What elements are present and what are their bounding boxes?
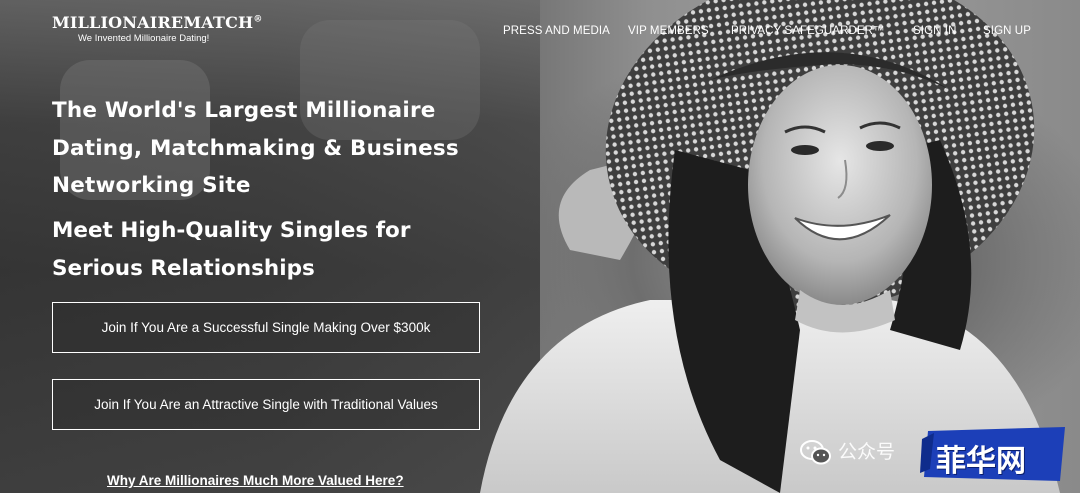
nav-press-and-media[interactable]: PRESS AND MEDIA — [503, 25, 610, 37]
hero-headline: The World's Largest Millionaire Dating, … — [52, 98, 459, 198]
hero-subheadline: Meet High-Quality Singles for Serious Re… — [52, 218, 411, 281]
join-successful-single-button[interactable]: Join If You Are a Successful Single Maki… — [52, 302, 480, 353]
join-attractive-single-button[interactable]: Join If You Are an Attractive Single wit… — [52, 379, 480, 430]
wechat-icon — [800, 440, 831, 465]
top-navigation: PRESS AND MEDIA VIP MEMBERS PRIVACY SAFE… — [0, 25, 1080, 41]
hero-photo-woman — [480, 0, 1060, 493]
nav-sign-up[interactable]: SIGN UP — [983, 25, 1031, 37]
nav-privacy-safeguarder[interactable]: PRIVACY SAFEGUARDER™ — [731, 25, 885, 37]
nav-vip-members[interactable]: VIP MEMBERS — [628, 25, 709, 37]
why-millionaires-link[interactable]: Why Are Millionaires Much More Valued He… — [107, 473, 404, 488]
watermark: 公众号 菲华网 — [780, 425, 1070, 485]
watermark-badge-text: 菲华网 — [936, 444, 1026, 479]
watermark-text: 公众号 — [838, 441, 896, 463]
nav-sign-in[interactable]: SIGN IN — [913, 25, 957, 37]
